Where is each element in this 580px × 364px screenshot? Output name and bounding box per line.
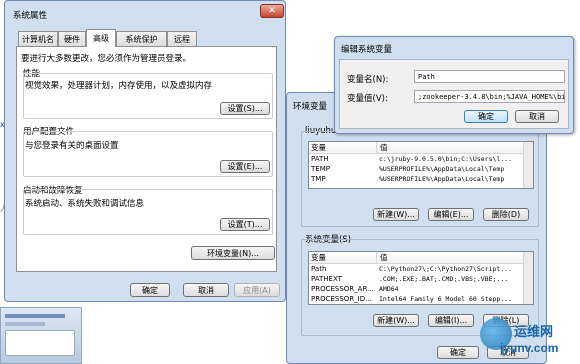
window-title: 系统属性 [13, 11, 48, 21]
profile-description: 与您登录有关的桌面设置 [25, 141, 119, 151]
column-header-variable[interactable]: 变量 [309, 252, 377, 263]
advanced-tab-panel: 要进行大多数更改，您必须作为管理员登录。 性能 视觉效果，处理器计划，内存使用，… [16, 46, 277, 272]
list-header: 变量 值 [309, 252, 533, 264]
variable-name-label: 变量名(N): [347, 75, 389, 85]
variable-value-input[interactable]: ;zookeeper-3.4.8\bin;%JAVA_HOME%\bin [414, 90, 565, 103]
performance-description: 视觉效果，处理器计划，内存使用，以及虚拟内存 [25, 81, 213, 91]
tab-hardware[interactable]: 硬件 [58, 31, 86, 46]
variable-name-input[interactable]: Path [414, 70, 565, 83]
edit-system-variable-button[interactable]: 编辑(I)... [428, 314, 474, 327]
scrollbar[interactable] [523, 142, 533, 188]
startup-description: 系统启动、系统失败和调试信息 [25, 199, 145, 209]
ok-button[interactable]: 确定 [464, 110, 508, 123]
variable-value-label: 变量值(V): [347, 94, 388, 104]
new-system-variable-button[interactable]: 新建(W)... [373, 314, 419, 327]
cancel-button[interactable]: 取消 [183, 283, 229, 297]
apply-button[interactable]: 应用(A) [234, 283, 280, 297]
column-header-variable[interactable]: 变量 [309, 142, 377, 153]
column-header-value[interactable]: 值 [377, 142, 388, 153]
list-item[interactable]: PATHEXT .COM;.EXE;.BAT;.CMD;.VBS;.VBE;..… [309, 274, 533, 284]
scrollbar[interactable] [523, 252, 533, 304]
background-window [0, 307, 82, 364]
list-item[interactable]: PATH c:\jruby-9.0.5.0\bin;C:\Users\l... [309, 154, 533, 164]
close-icon[interactable]: ✕ [260, 4, 284, 18]
new-user-variable-button[interactable]: 新建(W)... [373, 208, 419, 221]
tab-computer-name[interactable]: 计算机名 [18, 31, 58, 46]
column-header-value[interactable]: 值 [377, 252, 388, 263]
performance-settings-button[interactable]: 设置(S)... [220, 102, 270, 115]
list-item[interactable]: Path C:\Python27\;C:\Python27\Script... [309, 264, 533, 274]
window-title: 环境变量 [293, 102, 328, 112]
list-item[interactable]: TEMP %USERPROFILE%\AppData\Local\Temp [309, 164, 533, 174]
list-item[interactable]: PROCESSOR_ID... Intel64 Family 6 Model 6… [309, 294, 533, 304]
cancel-button[interactable]: 取消 [515, 110, 559, 123]
window-title: 编辑系统变量 [341, 45, 393, 55]
profile-settings-button[interactable]: 设置(E)... [220, 160, 270, 173]
tab-advanced[interactable]: 高级 [86, 29, 116, 47]
list-item[interactable]: PROCESSOR_AR... AMD64 [309, 284, 533, 294]
startup-settings-button[interactable]: 设置(T)... [220, 218, 270, 231]
tab-remote[interactable]: 远程 [167, 31, 197, 46]
admin-note: 要进行大多数更改，您必须作为管理员登录。 [21, 54, 192, 64]
user-variables-list[interactable]: 变量 值 PATH c:\jruby-9.0.5.0\bin;C:\Users\… [308, 141, 534, 189]
ok-button[interactable]: 确定 [437, 346, 479, 359]
system-properties-window: 系统属性 ✕ 计算机名 硬件 高级 系统保护 远程 要进行大多数更改，您必须作为… [4, 0, 286, 302]
watermark-site: 运维网 [514, 325, 554, 340]
environment-variables-button[interactable]: 环境变量(N)... [191, 246, 275, 260]
edit-system-variable-dialog: 编辑系统变量 变量名(N): Path 变量值(V): ;zookeeper-3… [334, 36, 574, 134]
edit-user-variable-button[interactable]: 编辑(E)... [428, 208, 474, 221]
list-item[interactable]: TMP %USERPROFILE%\AppData\Local\Temp [309, 174, 533, 184]
tab-system-protection[interactable]: 系统保护 [116, 31, 167, 46]
delete-user-variable-button[interactable]: 删除(D) [483, 208, 529, 221]
system-variables-list[interactable]: 变量 值 Path C:\Python27\;C:\Python27\Scrip… [308, 251, 534, 305]
watermark-domain: iyunv.com [500, 341, 559, 355]
list-header: 变量 值 [309, 142, 533, 154]
ok-button[interactable]: 确定 [130, 283, 170, 297]
